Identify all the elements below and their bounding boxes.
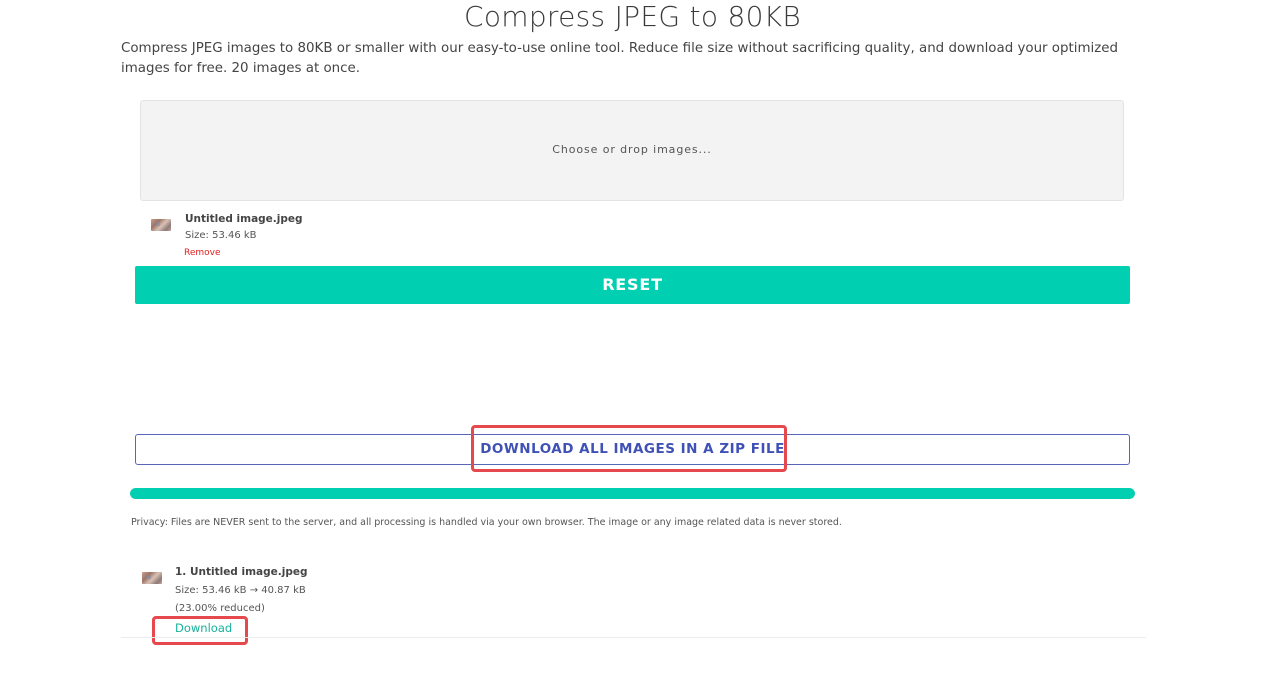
uploaded-file-name: Untitled image.jpeg: [185, 213, 303, 225]
uploaded-file-size: Size: 53.46 kB: [185, 230, 257, 241]
result-reduction: (23.00% reduced): [175, 603, 265, 614]
result-file-name: 1. Untitled image.jpeg: [175, 566, 308, 578]
download-zip-button[interactable]: DOWNLOAD ALL IMAGES IN A ZIP FILE: [135, 434, 1130, 465]
result-file-size: Size: 53.46 kB → 40.87 kB: [175, 585, 306, 596]
page-description: Compress JPEG images to 80KB or smaller …: [121, 41, 1119, 76]
image-dropzone[interactable]: Choose or drop images...: [140, 100, 1124, 201]
progress-bar: [130, 488, 1135, 499]
result-divider: [121, 637, 1146, 638]
reset-button[interactable]: RESET: [135, 266, 1130, 304]
dropzone-label: Choose or drop images...: [552, 143, 712, 156]
result-thumbnail-icon: [142, 572, 162, 584]
download-link[interactable]: Download: [175, 621, 232, 635]
image-thumbnail-icon: [151, 219, 171, 231]
privacy-notice: Privacy: Files are NEVER sent to the ser…: [131, 517, 842, 528]
page-title: Compress JPEG to 80KB: [464, 0, 801, 33]
remove-file-link[interactable]: Remove: [184, 248, 221, 258]
progress-fill: [130, 488, 1135, 499]
